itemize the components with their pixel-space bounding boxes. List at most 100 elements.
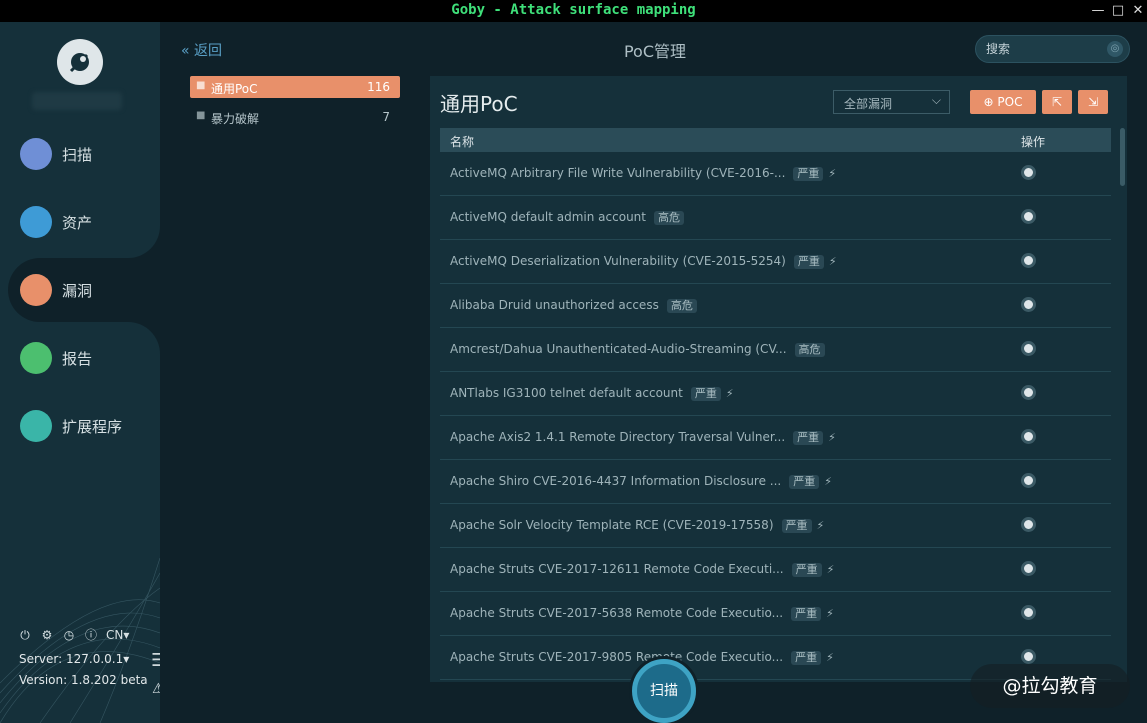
poc-name: Apache Struts CVE-2017-5638 Remote Code … — [450, 606, 834, 621]
lightning-icon: ⚡ — [826, 651, 834, 664]
nav-extensions-label: 扩展程序 — [62, 418, 123, 436]
scan-action-icon[interactable] — [1021, 517, 1036, 532]
report-icon — [20, 342, 52, 374]
poc-name-text: Alibaba Druid unauthorized access — [450, 298, 659, 312]
lightning-icon: ⚡ — [826, 607, 834, 620]
close-icon[interactable]: ✕ — [1129, 2, 1147, 20]
nav-scan[interactable]: 扫描 — [0, 122, 160, 186]
severity-filter-select[interactable]: 全部漏洞 ⌵ — [833, 90, 950, 114]
lightning-icon: ⚡ — [828, 431, 836, 444]
severity-badge: 高危 — [794, 343, 825, 357]
settings-icon[interactable]: ⚙ — [40, 628, 54, 642]
scrollbar[interactable] — [1120, 128, 1125, 186]
lightning-icon: ⚡ — [828, 255, 837, 268]
menu-icon[interactable]: ☰ — [151, 650, 160, 671]
user-name-blurred — [32, 92, 122, 110]
poc-name: Apache Struts CVE-2017-9805 Remote Code … — [450, 650, 834, 665]
table-row[interactable]: Alibaba Druid unauthorized access 高危 — [440, 284, 1111, 328]
warning-icon[interactable]: ⚠ — [152, 681, 160, 697]
severity-badge: 严重 — [791, 607, 822, 621]
table-row[interactable]: ANTlabs IG3100 telnet default account 严重 ⚡ — [440, 372, 1111, 416]
minimize-icon[interactable]: — — [1089, 2, 1107, 20]
severity-badge: 高危 — [666, 299, 697, 313]
assets-icon — [20, 206, 52, 238]
search-icon[interactable]: ◎ — [1107, 41, 1123, 57]
table-row[interactable]: ActiveMQ Deserialization Vulnerability (… — [440, 240, 1111, 284]
scan-action-icon[interactable] — [1021, 385, 1036, 400]
poc-name-text: ActiveMQ Arbitrary File Write Vulnerabil… — [450, 166, 786, 180]
severity-badge: 严重 — [793, 255, 824, 269]
watermark: @拉勾教育 — [970, 664, 1130, 708]
severity-badge: 严重 — [690, 387, 721, 401]
panel-title: 通用PoC — [440, 92, 518, 116]
poc-table-body: ActiveMQ Arbitrary File Write Vulnerabil… — [440, 152, 1111, 680]
add-poc-label: POC — [997, 95, 1023, 109]
table-row[interactable]: Apache Struts CVE-2017-5638 Remote Code … — [440, 592, 1111, 636]
folder-icon: ■ — [196, 110, 206, 121]
poc-name-text: Amcrest/Dahua Unauthenticated-Audio-Stre… — [450, 342, 787, 356]
category-count: 7 — [382, 110, 390, 124]
scan-action-icon[interactable] — [1021, 297, 1036, 312]
export-button[interactable]: ⇱ — [1042, 90, 1072, 114]
table-row[interactable]: Apache Struts CVE-2017-12611 Remote Code… — [440, 548, 1111, 592]
table-row[interactable]: ActiveMQ Arbitrary File Write Vulnerabil… — [440, 152, 1111, 196]
poc-panel: 通用PoC 全部漏洞 ⌵ ⊕ POC ⇱ ⇲ 名称 操作 ActiveMQ Ar… — [430, 76, 1127, 682]
scan-action-icon[interactable] — [1021, 649, 1036, 664]
poc-name: Alibaba Druid unauthorized access 高危 — [450, 298, 697, 313]
plus-circle-icon: ⊕ — [983, 95, 994, 109]
nav-extensions[interactable]: 扩展程序 — [0, 394, 160, 458]
clock-icon[interactable]: ◷ — [62, 628, 76, 642]
scan-action-icon[interactable] — [1021, 605, 1036, 620]
severity-badge: 严重 — [781, 519, 812, 533]
lightning-icon: ⚡ — [725, 387, 734, 400]
poc-name-text: Apache Struts CVE-2017-5638 Remote Code … — [450, 606, 784, 620]
table-row[interactable]: Amcrest/Dahua Unauthenticated-Audio-Stre… — [440, 328, 1111, 372]
scan-action-icon[interactable] — [1021, 209, 1036, 224]
table-row[interactable]: Apache Axis2 1.4.1 Remote Directory Trav… — [440, 416, 1111, 460]
lightning-icon: ⚡ — [826, 563, 835, 576]
folder-icon: ■ — [196, 80, 206, 91]
poc-name: Amcrest/Dahua Unauthenticated-Audio-Stre… — [450, 342, 825, 357]
search-input[interactable] — [986, 40, 1096, 58]
version-label: Version: 1.8.202 beta — [19, 673, 148, 687]
category-name: 通用PoC — [211, 82, 258, 96]
language-select[interactable]: CN▾ — [106, 628, 129, 642]
import-icon: ⇲ — [1087, 95, 1099, 109]
lightning-icon: ⚡ — [824, 475, 832, 488]
scan-action-icon[interactable] — [1021, 341, 1036, 356]
poc-name: Apache Solr Velocity Template RCE (CVE-2… — [450, 518, 824, 533]
severity-badge: 严重 — [791, 563, 822, 577]
window-title: Goby - Attack surface mapping — [451, 2, 696, 18]
scan-action-icon[interactable] — [1021, 473, 1036, 488]
nav-reports[interactable]: 报告 — [0, 326, 160, 390]
category-general-poc[interactable]: ■ 通用PoC 116 — [190, 76, 400, 98]
scan-action-icon[interactable] — [1021, 561, 1036, 576]
bottom-icon-bar: ⏻ ⚙ ◷ ⓘ CN▾ — [18, 628, 129, 642]
scan-action-icon[interactable] — [1021, 165, 1036, 180]
category-brute-force[interactable]: ■ 暴力破解 7 — [190, 106, 400, 128]
nav-vulnerabilities[interactable]: 漏洞 — [8, 226, 160, 354]
scan-button[interactable]: 扫描 — [632, 659, 696, 723]
column-action-header: 操作 — [1021, 135, 1046, 149]
back-button[interactable]: « 返回 — [181, 40, 222, 60]
table-row[interactable]: Apache Shiro CVE-2016-4437 Information D… — [440, 460, 1111, 504]
table-row[interactable]: Apache Solr Velocity Template RCE (CVE-2… — [440, 504, 1111, 548]
poc-name-text: Apache Axis2 1.4.1 Remote Directory Trav… — [450, 430, 786, 444]
power-icon[interactable]: ⏻ — [18, 628, 32, 642]
server-select[interactable]: Server: 127.0.0.1▾ — [19, 652, 129, 666]
scan-icon — [20, 138, 52, 170]
poc-name-text: Apache Struts CVE-2017-12611 Remote Code… — [450, 562, 784, 576]
scan-action-icon[interactable] — [1021, 253, 1036, 268]
import-button[interactable]: ⇲ — [1078, 90, 1108, 114]
table-header: 名称 操作 — [440, 128, 1111, 152]
maximize-icon[interactable]: □ — [1109, 2, 1127, 20]
lightning-icon: ⚡ — [828, 167, 837, 180]
poc-name: Apache Shiro CVE-2016-4437 Information D… — [450, 474, 832, 489]
add-poc-button[interactable]: ⊕ POC — [970, 90, 1036, 114]
info-icon[interactable]: ⓘ — [84, 628, 98, 642]
goby-window: Goby - Attack surface mapping — □ ✕ 扫描 资… — [0, 0, 1147, 723]
poc-name-text: Apache Solr Velocity Template RCE (CVE-2… — [450, 518, 774, 532]
severity-badge: 高危 — [654, 211, 684, 225]
table-row[interactable]: ActiveMQ default admin account 高危 — [440, 196, 1111, 240]
scan-action-icon[interactable] — [1021, 429, 1036, 444]
